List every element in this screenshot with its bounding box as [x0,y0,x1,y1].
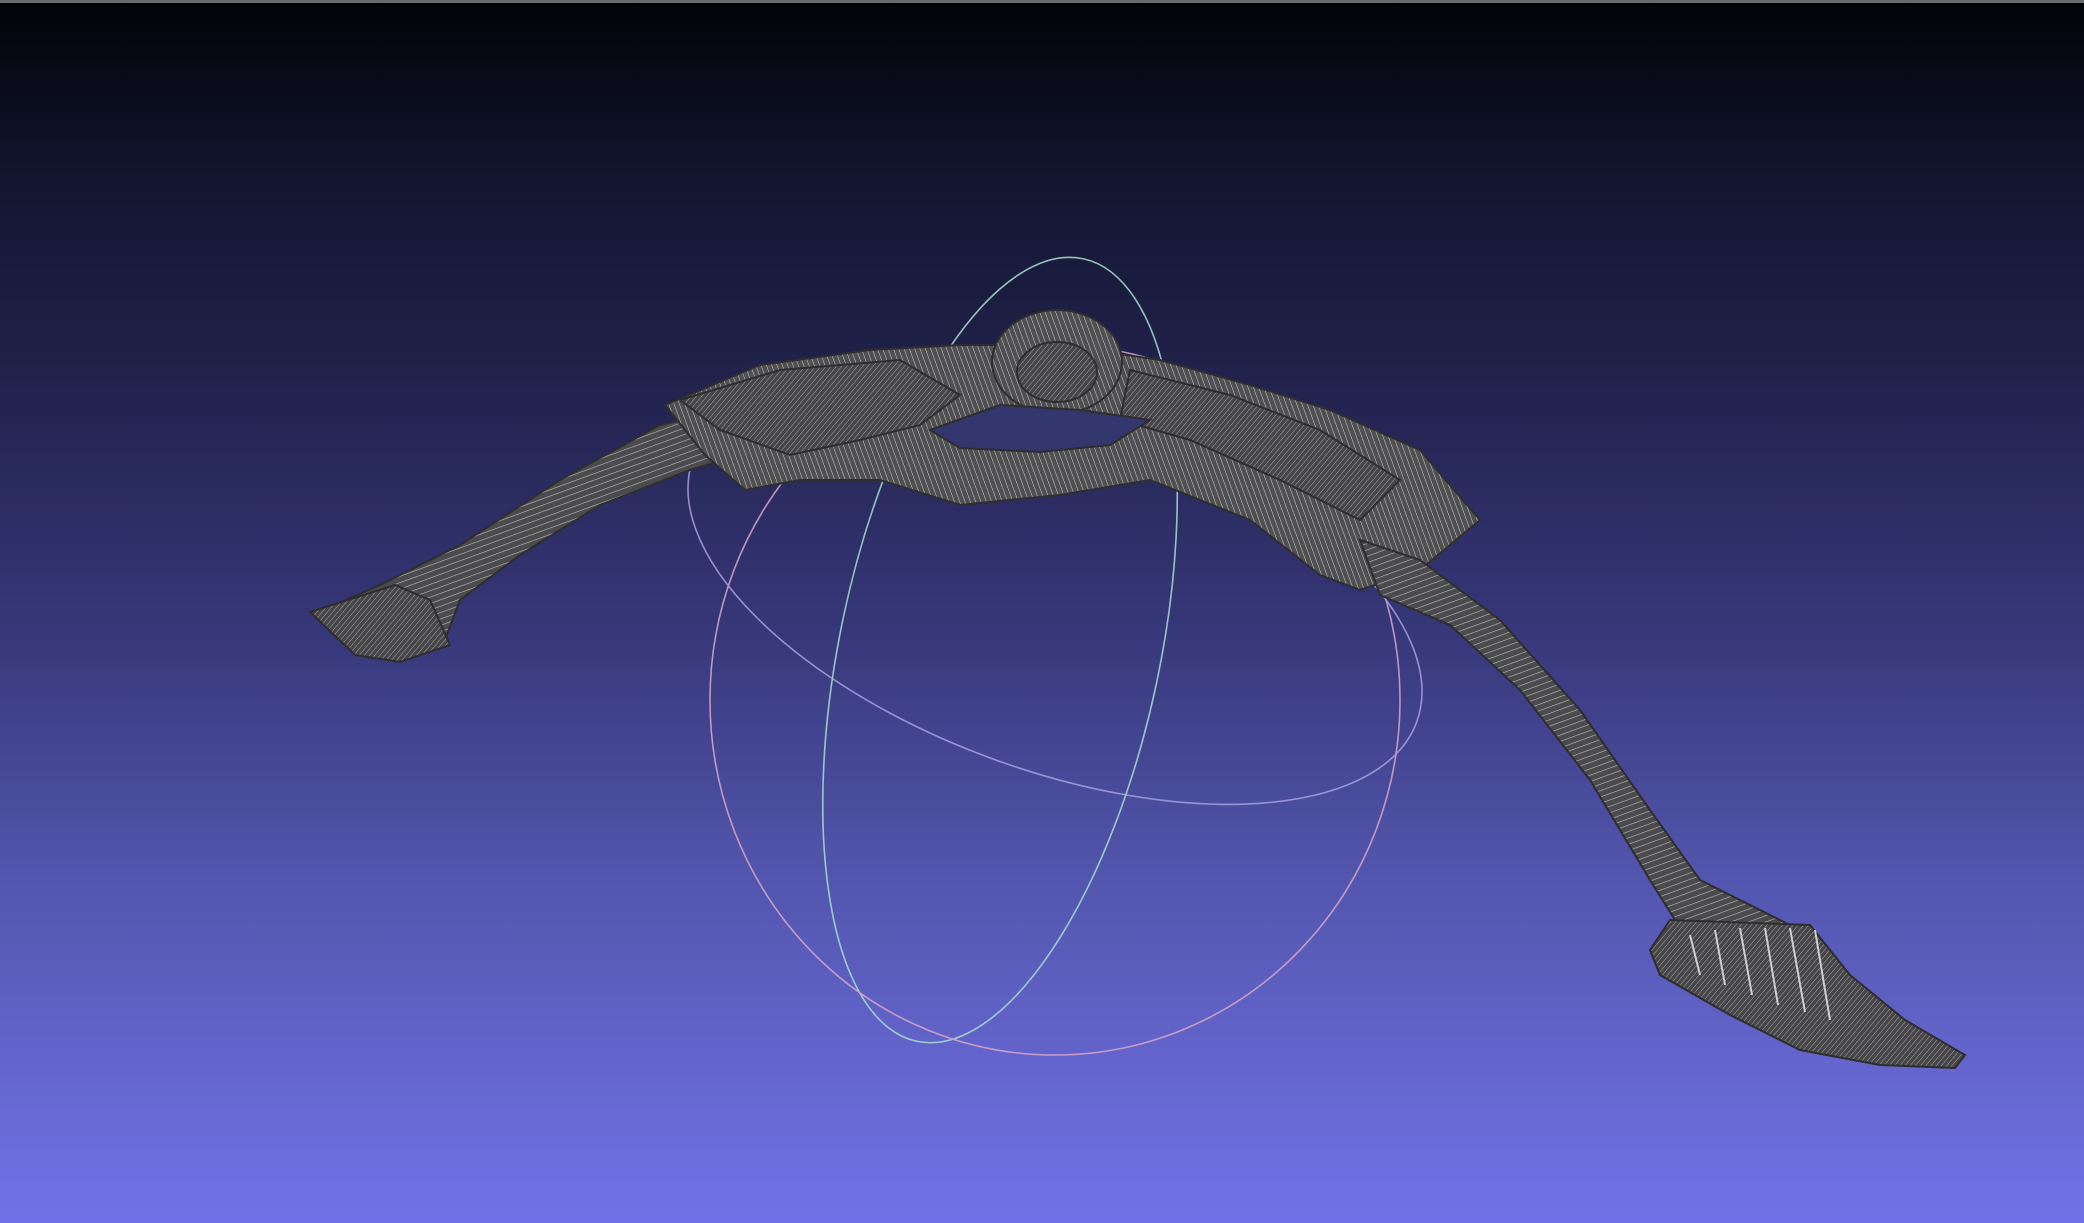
mesh-right-blade [1358,538,1792,962]
3d-viewport[interactable] [0,0,2084,1223]
wireframe-mesh-icon[interactable] [308,309,1967,1070]
scene-canvas[interactable] [0,0,2084,1223]
mesh-right-tip [1648,918,1967,1070]
mesh-center-boss-inner [1016,341,1098,403]
